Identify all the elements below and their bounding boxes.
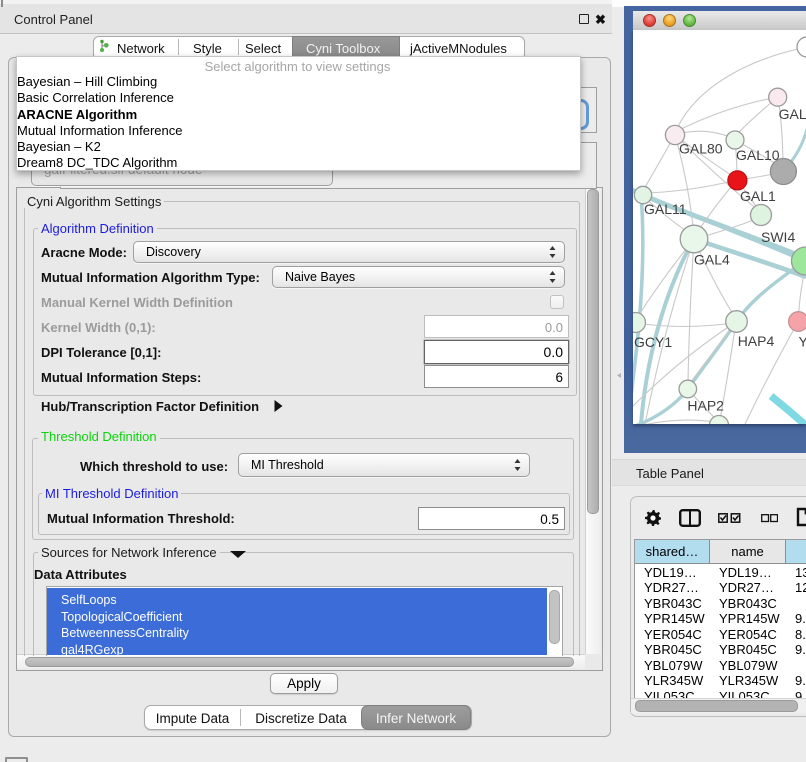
- svg-text:GAL2: GAL2: [779, 106, 806, 122]
- svg-text:GAL80: GAL80: [679, 141, 723, 157]
- svg-text:YJ: YJ: [799, 334, 806, 350]
- svg-text:HAP4: HAP4: [738, 333, 775, 349]
- svg-text:HAP2: HAP2: [687, 398, 724, 414]
- svg-text:GCY1: GCY1: [634, 334, 672, 350]
- svg-text:GAL1: GAL1: [740, 188, 776, 204]
- svg-text:GAL4: GAL4: [694, 252, 730, 268]
- svg-text:GAL11: GAL11: [644, 201, 687, 217]
- svg-text:SWI4: SWI4: [761, 229, 795, 245]
- svg-text:GAL10: GAL10: [736, 147, 780, 163]
